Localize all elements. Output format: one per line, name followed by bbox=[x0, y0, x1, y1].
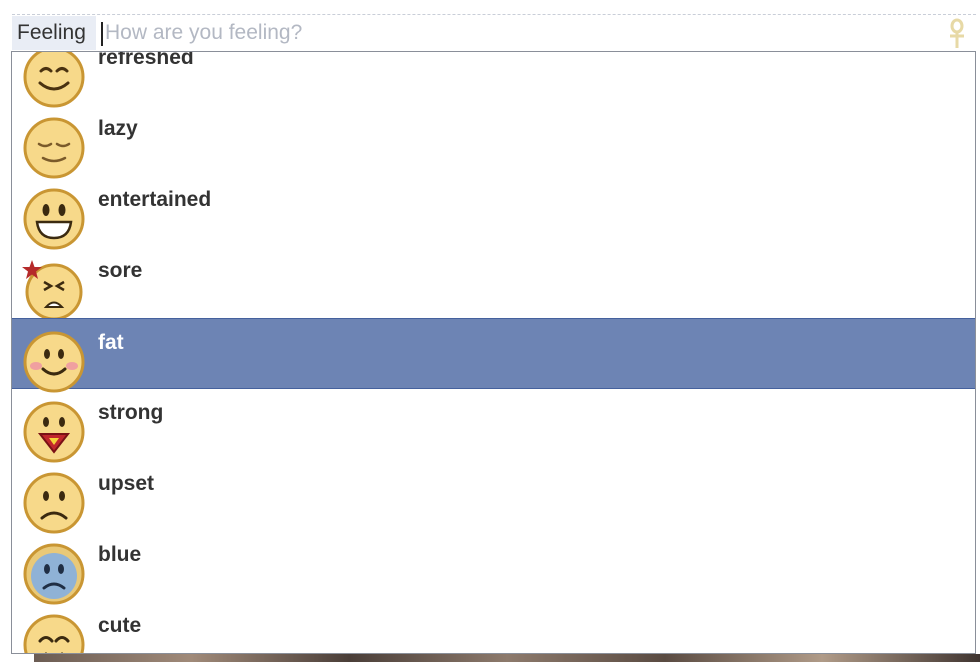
list-item-label: fat bbox=[98, 331, 124, 354]
feeling-search-input[interactable] bbox=[105, 16, 925, 50]
list-item[interactable]: cute bbox=[12, 602, 975, 653]
background-photo-strip bbox=[34, 654, 980, 662]
blush-chubby-icon bbox=[23, 331, 85, 393]
ankh-icon bbox=[950, 18, 964, 48]
list-item[interactable]: upset bbox=[12, 460, 975, 534]
list-item[interactable]: blue bbox=[12, 531, 975, 605]
list-item-label: strong bbox=[98, 401, 164, 424]
feeling-list: refreshed lazy entertained sore fat stro… bbox=[12, 51, 975, 653]
superman-icon bbox=[23, 401, 85, 463]
sad-blue-icon bbox=[23, 543, 85, 605]
list-item-label: cute bbox=[98, 614, 142, 637]
cute-icon bbox=[23, 614, 85, 653]
composer-top-border bbox=[12, 14, 976, 15]
list-item-label: lazy bbox=[98, 117, 138, 140]
feeling-suggestions-dropdown[interactable]: refreshed lazy entertained sore fat stro… bbox=[11, 51, 976, 654]
relaxed-sleepy-icon bbox=[23, 117, 85, 179]
feeling-tag: Feeling bbox=[12, 16, 96, 50]
list-item-label: refreshed bbox=[98, 51, 194, 69]
list-item-selected[interactable]: fat bbox=[12, 318, 975, 393]
list-item[interactable]: strong bbox=[12, 389, 975, 463]
grin-icon bbox=[23, 188, 85, 250]
list-item[interactable]: sore bbox=[12, 247, 975, 321]
frown-icon bbox=[23, 472, 85, 534]
text-cursor bbox=[101, 22, 103, 46]
feeling-input-bar[interactable]: Feeling bbox=[12, 16, 976, 50]
sore-star-icon bbox=[22, 260, 83, 321]
list-item-label: sore bbox=[98, 259, 143, 282]
list-item-label: entertained bbox=[98, 188, 212, 211]
list-item[interactable]: lazy bbox=[12, 105, 975, 179]
list-item-label: blue bbox=[98, 543, 142, 566]
list-item[interactable]: entertained bbox=[12, 176, 975, 250]
smile-content-icon bbox=[23, 52, 85, 108]
list-item[interactable]: refreshed bbox=[12, 51, 975, 108]
list-item-label: upset bbox=[98, 472, 155, 495]
